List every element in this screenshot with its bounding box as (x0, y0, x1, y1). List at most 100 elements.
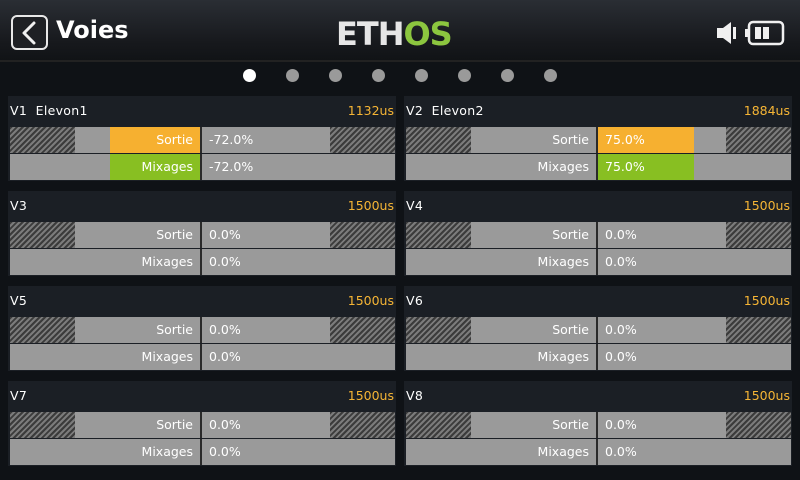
channel-card[interactable]: V6 1500us Sortie 0.0% Mixages 0.0% (404, 286, 792, 371)
mixes-label: Mixages (537, 254, 589, 269)
channel-name: V5 (10, 293, 28, 308)
channel-pulse: 1500us (347, 388, 394, 403)
output-row: Sortie 0.0% (406, 222, 791, 248)
output-row: Sortie -72.0% (10, 127, 395, 153)
channel-pulse: 1500us (743, 198, 790, 213)
mixes-row: Mixages 0.0% (406, 344, 791, 370)
mixes-row: Mixages 0.0% (406, 249, 791, 275)
mixes-value: 0.0% (605, 444, 637, 459)
mixes-value: 75.0% (605, 159, 645, 174)
page-dot[interactable] (415, 69, 428, 82)
channel-name: V7 (10, 388, 28, 403)
channel-name: V2 Elevon2 (406, 103, 484, 118)
mixes-label: Mixages (141, 254, 193, 269)
limit-hatch-right (726, 222, 791, 248)
mixes-row: Mixages 75.0% (406, 154, 791, 180)
limit-hatch-right (726, 127, 791, 153)
back-button[interactable] (11, 15, 48, 50)
output-row: Sortie 0.0% (10, 317, 395, 343)
output-value: 0.0% (209, 227, 241, 242)
channel-card[interactable]: V2 Elevon2 1884us Sortie 75.0% Mixages 75.0% (404, 96, 792, 181)
limit-hatch-right (726, 317, 791, 343)
limit-hatch-right (726, 412, 791, 438)
mixes-value: 0.0% (605, 254, 637, 269)
channel-card[interactable]: V8 1500us Sortie 0.0% Mixages 0.0% (404, 381, 792, 466)
output-value: 75.0% (605, 132, 645, 147)
channel-pulse: 1500us (743, 388, 790, 403)
limit-hatch-left (406, 222, 471, 248)
header-bar: Voies ETHOS (0, 0, 800, 62)
output-value: 0.0% (209, 417, 241, 432)
output-row: Sortie 75.0% (406, 127, 791, 153)
channel-card[interactable]: V7 1500us Sortie 0.0% Mixages 0.0% (8, 381, 396, 466)
output-value: 0.0% (605, 322, 637, 337)
output-label: Sortie (156, 227, 193, 242)
output-value: -72.0% (209, 132, 254, 147)
output-label: Sortie (156, 417, 193, 432)
page-dot[interactable] (286, 69, 299, 82)
channel-name: V1 Elevon1 (10, 103, 88, 118)
mixes-row: Mixages -72.0% (10, 154, 395, 180)
channel-name: V3 (10, 198, 28, 213)
mixes-label: Mixages (537, 349, 589, 364)
channel-card[interactable]: V3 1500us Sortie 0.0% Mixages 0.0% (8, 191, 396, 276)
mixes-value: -72.0% (209, 159, 254, 174)
battery-icon (745, 20, 785, 46)
page-dot[interactable] (243, 69, 256, 82)
limit-hatch-left (406, 412, 471, 438)
logo-text: ETHOS (336, 18, 452, 50)
channel-pulse: 1500us (743, 293, 790, 308)
limit-hatch-left (10, 127, 75, 153)
channel-pulse: 1500us (347, 293, 394, 308)
output-row: Sortie 0.0% (10, 222, 395, 248)
channel-name: V4 (406, 198, 424, 213)
channel-card[interactable]: V5 1500us Sortie 0.0% Mixages 0.0% (8, 286, 396, 371)
output-row: Sortie 0.0% (406, 412, 791, 438)
mixes-row: Mixages 0.0% (10, 344, 395, 370)
page-dot[interactable] (501, 69, 514, 82)
limit-hatch-left (10, 412, 75, 438)
limit-hatch-right (330, 127, 395, 153)
ethos-logo: ETHOS (336, 18, 453, 50)
output-label: Sortie (156, 322, 193, 337)
limit-hatch-right (330, 317, 395, 343)
mixes-row: Mixages 0.0% (406, 439, 791, 465)
mixes-label: Mixages (141, 159, 193, 174)
channel-name: V8 (406, 388, 424, 403)
page-dot[interactable] (544, 69, 557, 82)
output-label: Sortie (552, 417, 589, 432)
output-label: Sortie (552, 227, 589, 242)
mixes-label: Mixages (141, 349, 193, 364)
mixes-row: Mixages 0.0% (10, 249, 395, 275)
limit-hatch-left (406, 317, 471, 343)
page-indicator (0, 69, 800, 83)
page-dot[interactable] (458, 69, 471, 82)
output-value: 0.0% (605, 227, 637, 242)
output-row: Sortie 0.0% (10, 412, 395, 438)
output-value: 0.0% (605, 417, 637, 432)
output-label: Sortie (552, 132, 589, 147)
mixes-value: 0.0% (209, 349, 241, 364)
limit-hatch-left (10, 222, 75, 248)
page-dot[interactable] (372, 69, 385, 82)
mixes-label: Mixages (537, 159, 589, 174)
limit-hatch-right (330, 222, 395, 248)
channel-pulse: 1500us (347, 198, 394, 213)
speaker-icon[interactable] (716, 20, 738, 46)
channel-card[interactable]: V4 1500us Sortie 0.0% Mixages 0.0% (404, 191, 792, 276)
limit-hatch-right (330, 412, 395, 438)
channel-pulse: 1884us (743, 103, 790, 118)
channel-card[interactable]: V1 Elevon1 1132us Sortie -72.0% Mixages -72.0… (8, 96, 396, 181)
page-title: Voies (56, 16, 129, 44)
mixes-label: Mixages (141, 444, 193, 459)
page-dot[interactable] (329, 69, 342, 82)
chevron-left-icon (22, 21, 36, 45)
mixes-label: Mixages (537, 444, 589, 459)
output-row: Sortie 0.0% (406, 317, 791, 343)
mixes-row: Mixages 0.0% (10, 439, 395, 465)
output-label: Sortie (552, 322, 589, 337)
output-label: Sortie (156, 132, 193, 147)
limit-hatch-left (406, 127, 471, 153)
limit-hatch-left (10, 317, 75, 343)
mixes-value: 0.0% (209, 444, 241, 459)
